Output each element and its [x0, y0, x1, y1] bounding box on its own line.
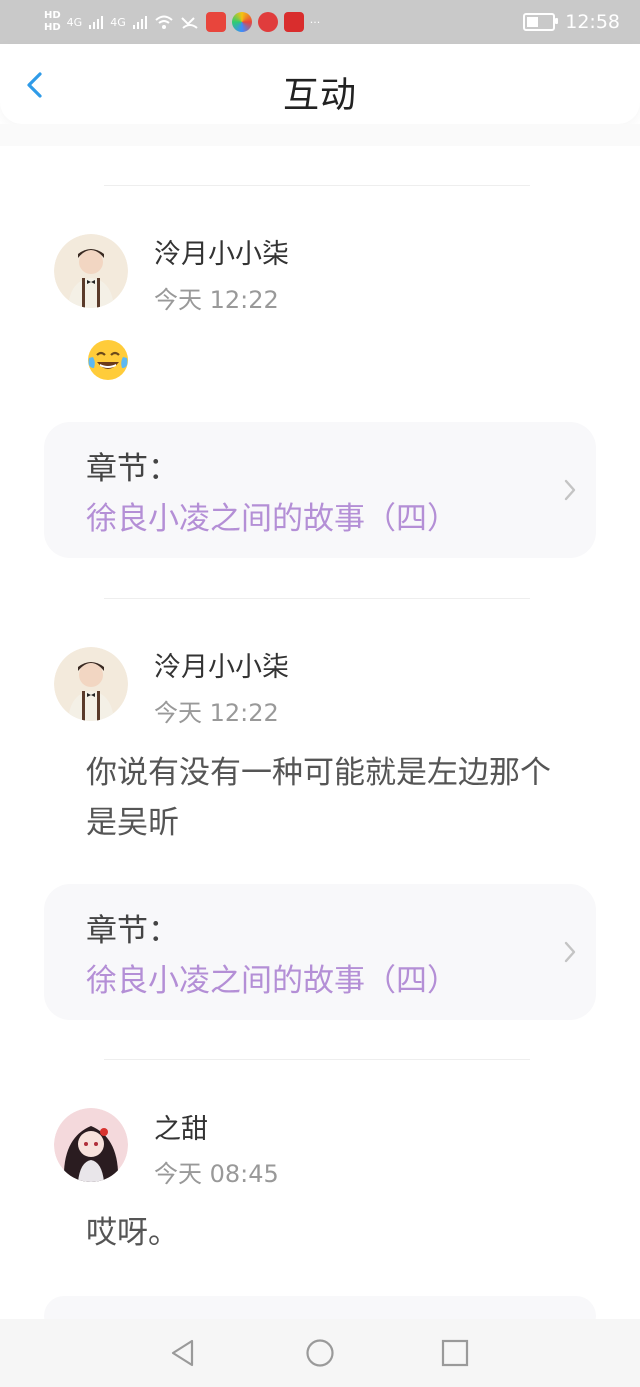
user-avatar[interactable] — [54, 647, 128, 721]
nav-recent-button[interactable] — [440, 1338, 470, 1368]
page-title: 互动 — [282, 75, 357, 116]
chevron-right-icon — [564, 479, 576, 501]
colorful-app-icon — [231, 12, 252, 32]
circle-home-icon — [306, 1339, 334, 1367]
square-recent-icon — [441, 1339, 469, 1367]
divider — [104, 598, 530, 599]
chapter-text: 章节： 徐良小凌之间的故事（四） — [86, 444, 536, 544]
status-time: 12:58 — [565, 11, 620, 33]
status-bar-left: HD HD 4G 4G ··· — [44, 4, 320, 40]
chapter-label: 章节： — [86, 451, 179, 487]
laughing-tears-emoji-icon — [88, 340, 128, 380]
chapter-card[interactable]: 章节： 徐良小凌之间的故事（四） — [44, 422, 596, 558]
user-avatar[interactable] — [54, 234, 128, 308]
signal-4g-label-2: 4G — [110, 15, 126, 29]
hd-label-2: HD — [44, 22, 61, 33]
username[interactable]: 泠月小小柒 — [154, 232, 289, 271]
username[interactable]: 泠月小小柒 — [154, 645, 289, 684]
comment-text: 哎呀。 — [86, 1215, 179, 1251]
news-app-icon — [283, 12, 304, 32]
signal-4g-label: 4G — [66, 15, 83, 29]
hd-label-1: HD — [44, 10, 61, 21]
comment-time: 今天 12:22 — [154, 286, 279, 314]
username[interactable]: 之甜 — [154, 1107, 208, 1146]
comment-text: 你说有没有一种可能就是左边那个是吴昕 — [86, 755, 551, 841]
chapter-label: 章节： — [86, 913, 179, 949]
battery-icon — [523, 13, 559, 31]
more-notifications-icon: ··· — [309, 15, 321, 29]
divider — [104, 1059, 530, 1060]
comment-time: 今天 12:22 — [154, 699, 279, 727]
chapter-title: 徐良小凌之间的故事（四） — [86, 963, 458, 999]
video-app-icon — [257, 12, 278, 32]
triangle-back-icon — [171, 1339, 194, 1367]
system-navigation-bar — [0, 1319, 640, 1387]
chapter-title: 徐良小凌之间的故事（四） — [86, 501, 458, 537]
signal-icon — [89, 16, 104, 29]
nav-home-button[interactable] — [305, 1338, 335, 1368]
hd-indicator: HD HD — [44, 10, 61, 34]
chevron-right-icon — [564, 941, 576, 963]
chapter-card[interactable]: 章节： 徐良小凌之间的故事（四） — [44, 884, 596, 1020]
chapter-text: 章节： 徐良小凌之间的故事（四） — [86, 906, 536, 1006]
user-avatar[interactable] — [54, 1108, 128, 1182]
signal-icon-2 — [132, 16, 147, 29]
comment-time: 今天 08:45 — [154, 1160, 279, 1188]
wifi-icon — [155, 15, 173, 29]
header-spacer — [0, 124, 640, 146]
divider — [104, 185, 530, 186]
top-app-bar: 互动 — [0, 44, 640, 124]
status-bar-right: 12:58 — [523, 0, 620, 44]
status-bar: HD HD 4G 4G ··· 12:58 — [0, 0, 640, 44]
toutiao-app-icon — [205, 12, 226, 32]
missed-call-icon — [181, 17, 198, 29]
nav-back-button[interactable] — [168, 1338, 198, 1368]
